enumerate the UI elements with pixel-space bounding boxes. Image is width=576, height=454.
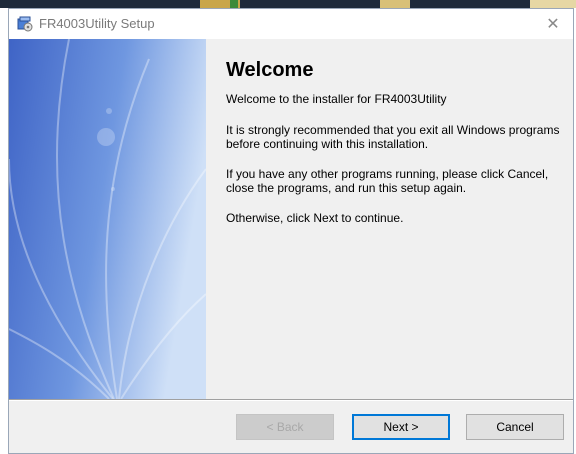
window-title: FR4003Utility Setup: [39, 16, 155, 31]
desktop-background: [0, 0, 576, 8]
continue-hint-text: Otherwise, click Next to continue.: [226, 211, 404, 225]
welcome-panel: Welcome Welcome to the installer for FR4…: [206, 39, 573, 399]
divider: [9, 399, 573, 401]
setup-window: FR4003Utility Setup ✕ Welcome Welcome to…: [8, 8, 574, 454]
page-title: Welcome: [226, 59, 314, 81]
back-button[interactable]: < Back: [236, 414, 334, 440]
wizard-banner-image: [9, 39, 206, 399]
cancel-button[interactable]: Cancel: [466, 414, 564, 440]
intro-text: Welcome to the installer for FR4003Utili…: [226, 92, 447, 106]
next-button[interactable]: Next >: [352, 414, 450, 440]
recommendation-text: It is strongly recommended that you exit…: [226, 123, 560, 151]
other-programs-text: If you have any other programs running, …: [226, 167, 549, 195]
title-bar[interactable]: FR4003Utility Setup ✕: [9, 9, 573, 39]
setup-icon: [17, 16, 33, 32]
close-button[interactable]: ✕: [533, 9, 573, 39]
close-icon: ✕: [546, 16, 560, 33]
